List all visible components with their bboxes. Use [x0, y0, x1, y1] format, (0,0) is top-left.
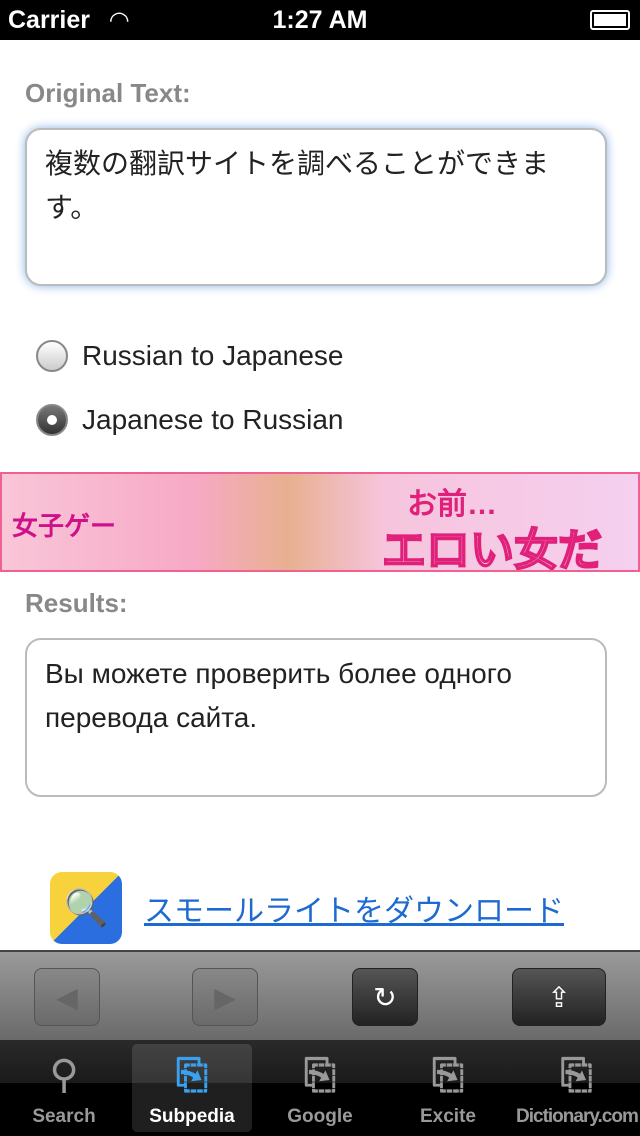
results-label: Results:: [25, 588, 128, 618]
banner-text: エロい女だな…: [381, 525, 603, 572]
tab-bar: ⚲ Search ⎘ Subpedia ⎘ Google ⎘ Excite ⎘ Dicti…: [0, 1040, 640, 1136]
radio-button[interactable]: [36, 340, 68, 372]
radio-label: Russian to Japanese: [82, 340, 344, 371]
forward-button[interactable]: ▶: [192, 968, 258, 1026]
tab-search[interactable]: ⚲ Search: [4, 1044, 124, 1132]
tab-label: Google: [287, 1106, 353, 1127]
back-button[interactable]: ◀: [34, 968, 100, 1026]
download-promo[interactable]: 🔍 スモールライトをダウンロード: [50, 872, 564, 944]
tab-label: Subpedia: [149, 1106, 235, 1127]
radio-label: Japanese to Russian: [82, 404, 344, 435]
translate-icon: ⎘: [560, 1053, 593, 1097]
battery-icon: [590, 10, 630, 30]
banner-text: 女子ゲー: [12, 511, 117, 541]
share-button[interactable]: ⇪: [512, 968, 606, 1026]
tab-excite[interactable]: ⎘ Excite: [388, 1044, 508, 1132]
original-text-label: Original Text:: [25, 78, 191, 108]
reload-button[interactable]: ↻: [352, 968, 418, 1026]
browser-toolbar: ◀ ▶ ↻ ⇪: [0, 950, 640, 1040]
tab-label: Dictionary.com: [516, 1106, 639, 1127]
radio-russian-to-japanese[interactable]: Russian to Japanese: [36, 340, 344, 372]
tab-subpedia[interactable]: ⎘ Subpedia: [132, 1044, 252, 1132]
ad-banner[interactable]: 女子ゲー お前… エロい女だな…: [0, 472, 640, 572]
tab-label: Excite: [420, 1106, 476, 1127]
translate-icon: ⎘: [304, 1053, 336, 1097]
app-icon[interactable]: 🔍: [50, 872, 122, 944]
radio-button[interactable]: [36, 404, 68, 436]
results-output: Вы можете проверить более одного перевод…: [25, 638, 607, 797]
translate-icon: ⎘: [432, 1053, 464, 1097]
download-link[interactable]: スモールライトをダウンロード: [144, 886, 564, 930]
tab-dictionary[interactable]: ⎘ Dictionary.com: [516, 1044, 639, 1132]
tab-google[interactable]: ⎘ Google: [260, 1044, 380, 1132]
search-icon: ⚲: [49, 1053, 79, 1097]
status-bar: Carrier ◠ 1:27 AM: [0, 0, 640, 40]
original-text-input[interactable]: 複数の翻訳サイトを調べることができます。: [25, 128, 607, 286]
radio-japanese-to-russian[interactable]: Japanese to Russian: [36, 404, 344, 436]
tab-label: Search: [32, 1106, 96, 1127]
translate-icon: ⎘: [176, 1053, 208, 1097]
clock: 1:27 AM: [272, 6, 368, 34]
